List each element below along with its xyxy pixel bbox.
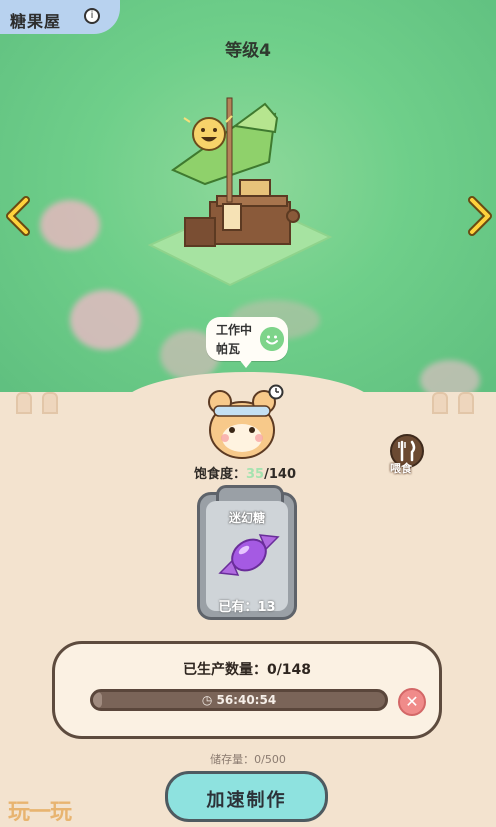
close-icon: ✕ [405, 692, 419, 711]
watermark-logo: 玩一玩 [8, 800, 72, 825]
worker-status-bubble: 工作中 帕瓦 [206, 317, 288, 361]
satiety-text: 饱食度：35/140 [194, 463, 296, 482]
scene-area: 糖果屋 i 等级4 工作中 帕瓦 [0, 0, 496, 400]
timer-value: 56:40:54 [216, 693, 277, 707]
item-name: 迷幻糖 [228, 511, 265, 525]
worker-status: 工作中 [216, 323, 253, 337]
production-progress-bar: ◷ 56:40:54 [90, 689, 388, 711]
speed-up-button[interactable]: 加速制作 [165, 771, 328, 822]
product-item-card[interactable]: 迷幻糖 已有：13 [197, 485, 297, 620]
cancel-production-button[interactable]: ✕ [398, 688, 426, 716]
blossom-left [40, 200, 100, 250]
fence-post [42, 392, 58, 414]
fence-post [458, 392, 474, 414]
blossom-lower-left [70, 290, 140, 350]
sun-badge-icon [183, 115, 233, 151]
production-timer: ◷ 56:40:54 [201, 693, 277, 707]
fence-post [16, 392, 32, 414]
smile-icon [260, 327, 284, 351]
info-icon[interactable]: i [84, 8, 100, 24]
building-title: 糖果屋 [10, 12, 62, 31]
clock-icon [268, 384, 284, 400]
building-level: 等级4 [225, 41, 271, 61]
satiety-label: 饱食度： [194, 467, 247, 482]
candy-icon [218, 534, 280, 576]
right-arrow-icon[interactable] [466, 196, 494, 236]
speed-up-label: 加速制作 [206, 790, 287, 811]
produced-count: 已生产数量：0/148 [182, 662, 312, 678]
item-owned-count: 已有：13 [218, 600, 276, 615]
feed-label: 喂食 [390, 462, 412, 475]
worker-name: 帕瓦 [216, 342, 241, 356]
left-arrow-icon[interactable] [4, 196, 32, 236]
fence-post [432, 392, 448, 414]
storage-label: 储存量：0/500 [210, 753, 286, 766]
satiety-current: 35 [246, 467, 265, 482]
bubble-tail [238, 358, 254, 368]
production-panel: 已生产数量：0/148 ◷ 56:40:54 ✕ [52, 641, 442, 739]
satiety-max: /140 [264, 467, 296, 482]
